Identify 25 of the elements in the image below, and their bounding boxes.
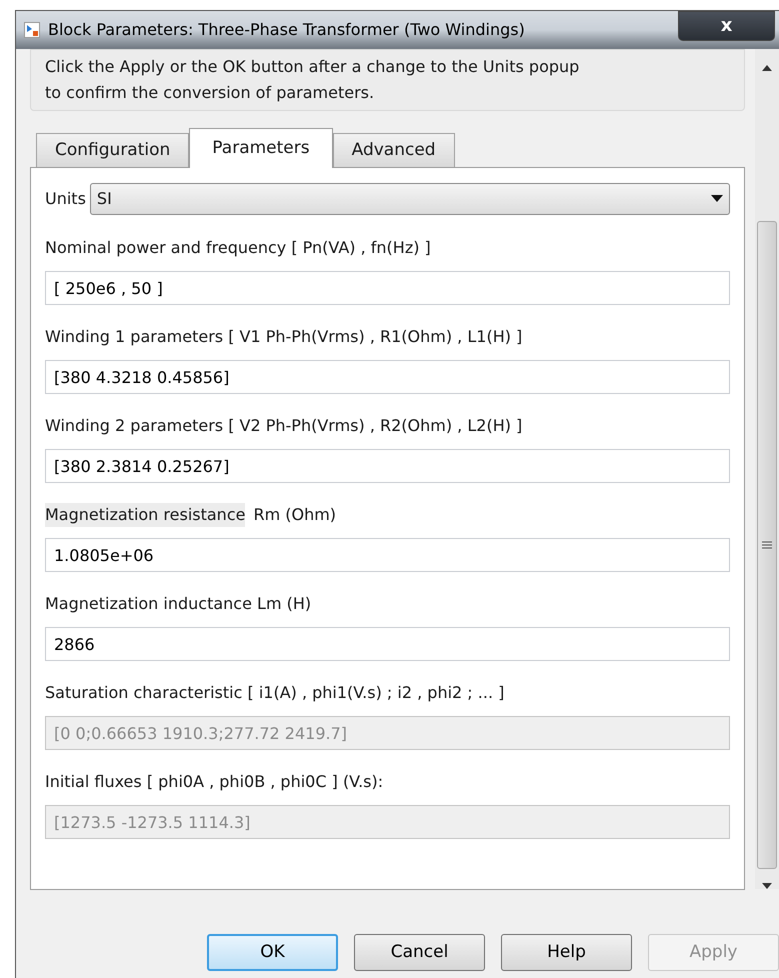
- close-button[interactable]: x: [678, 11, 775, 41]
- tab[interactable]: Configuration: [36, 133, 190, 167]
- field-label: Winding 1 parameters [ V1 Ph-Ph(Vrms) , R1(Ohm) , L1(H) ]: [45, 326, 522, 348]
- window-title: Block Parameters: Three-Phase Transformer (Two Windings): [48, 19, 525, 41]
- tab[interactable]: Parameters: [189, 128, 333, 168]
- input-field[interactable]: [ 250e6 , 50 ]: [45, 271, 730, 305]
- field-label: Winding 2 parameters [ V2 Ph-Ph(Vrms) , R2(Ohm) , L2(H) ]: [45, 415, 522, 437]
- tab[interactable]: Advanced: [332, 133, 455, 167]
- field-label: Initial fluxes [ phi0A , phi0B , phi0C ] (V.s):: [45, 771, 384, 793]
- input-field[interactable]: 2866: [45, 627, 730, 661]
- field-label: Magnetization resistance: [45, 503, 246, 527]
- input-field[interactable]: [380 4.3218 0.45856]: [45, 360, 730, 394]
- info-text: Click the Apply or the OK button after a change to the Units popup: [45, 56, 580, 78]
- field-unit-label: Rm (Ohm): [253, 504, 336, 526]
- units-label: Units: [45, 188, 86, 210]
- units-dropdown[interactable]: SI: [90, 183, 730, 215]
- dialog-button[interactable]: OK: [207, 934, 338, 971]
- dialog-button[interactable]: Cancel: [354, 934, 485, 971]
- dialog-button[interactable]: Help: [501, 934, 632, 971]
- field-label: Nominal power and frequency [ Pn(VA) , fn(Hz) ]: [45, 237, 431, 259]
- input-field[interactable]: [380 2.3814 0.25267]: [45, 449, 730, 483]
- field-label: Magnetization inductance Lm (H): [45, 593, 312, 615]
- input-field[interactable]: 1.0805e+06: [45, 538, 730, 572]
- field-label: Saturation characteristic [ i1(A) , phi1(V.s) ; i2 , phi2 ; ... ]: [45, 682, 504, 704]
- info-text: to confirm the conversion of parameters.: [45, 82, 376, 104]
